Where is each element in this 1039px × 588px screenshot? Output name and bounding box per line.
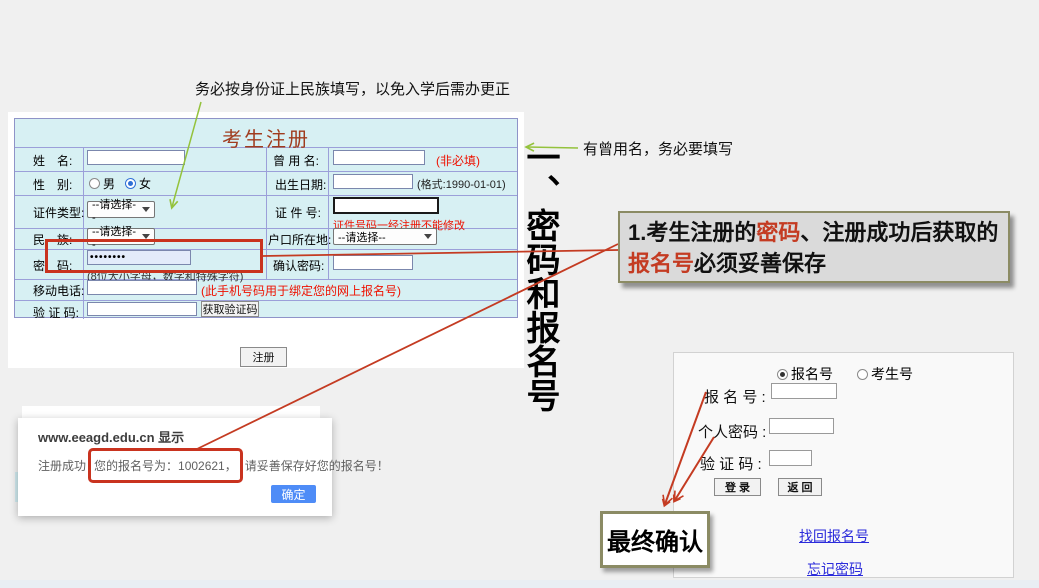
radio-icon: [89, 178, 100, 189]
login-baominghao-label: 报 名 号 :: [704, 386, 766, 407]
dialog-body: 注册成功 您的报名号为：1002621， 请妥善保存好您的报名号！: [38, 448, 389, 483]
login-captcha-label: 验 证 码 :: [700, 453, 762, 474]
callout-text: 1.考生注册的: [628, 220, 756, 245]
radio-selected-icon: [777, 369, 788, 380]
id-no-label: 证 件 号:: [275, 204, 321, 221]
captcha-input[interactable]: [87, 302, 197, 316]
dialog-ok-button[interactable]: 确定: [271, 485, 316, 503]
bottom-edge-band: [0, 580, 1039, 588]
find-regnumber-link[interactable]: 找回报名号: [799, 526, 869, 546]
residence-value: --请选择--: [338, 229, 386, 245]
radio-selected-icon: [125, 178, 136, 189]
login-radio-baominghao[interactable]: 报名号: [777, 364, 833, 384]
register-button[interactable]: 注册: [240, 347, 287, 367]
confirm-password-input[interactable]: [333, 255, 413, 270]
login-panel: 报名号 考生号 报 名 号 : 个人密码 : 验 证 码 : 登 录 返 回 找…: [673, 352, 1014, 578]
get-captcha-button[interactable]: 获取验证码: [201, 301, 259, 317]
dialog-suffix: 请妥善保存好您的报名号！: [245, 457, 389, 474]
ethnicity-annotation: 务必按身份证上民族填写，以免入学后需办更正: [195, 78, 510, 99]
birth-label: 出生日期:: [275, 176, 326, 193]
dropdown-arrow-icon: [424, 234, 432, 239]
id-type-select[interactable]: --请选择--: [87, 201, 155, 218]
former-name-note: (非必填): [436, 152, 480, 169]
form-title: 考生注册: [15, 123, 517, 152]
dropdown-arrow-icon: [142, 207, 150, 212]
callout-text-password: 密码: [756, 220, 800, 245]
divider: [266, 147, 267, 279]
callout-text: 、注册成功后获取的: [800, 220, 998, 245]
id-type-label: 证件类型:: [33, 204, 84, 221]
gender-label: 性 别:: [33, 176, 72, 193]
gender-female-label: 女: [139, 175, 151, 192]
name-label: 姓 名:: [33, 152, 72, 169]
id-type-value: --请选择--: [92, 196, 136, 224]
birth-input[interactable]: [333, 174, 413, 189]
final-confirm-box: 最终确认: [600, 511, 710, 568]
dialog-status: 注册成功: [38, 457, 86, 474]
residence-select[interactable]: --请选择--: [333, 228, 437, 245]
mobile-note: (此手机号码用于绑定您的网上报名号): [201, 282, 401, 299]
callout-text: 必须妥善保存: [694, 251, 826, 276]
gender-male-radio[interactable]: 男: [89, 175, 115, 192]
confirm-password-label: 确认密码:: [273, 257, 324, 274]
callout-text-regnumber: 报名号: [628, 251, 694, 276]
radio-baominghao-label: 报名号: [791, 364, 833, 384]
captcha-label: 验 证 码:: [33, 304, 79, 321]
divider: [328, 147, 329, 279]
login-password-label: 个人密码 :: [698, 421, 766, 442]
alert-dialog: www.eeagd.edu.cn 显示 注册成功 您的报名号为：1002621，…: [18, 418, 332, 516]
name-input[interactable]: [87, 150, 185, 165]
id-no-input[interactable]: [333, 197, 439, 214]
gender-male-label: 男: [103, 175, 115, 192]
password-highlight-rect: [45, 239, 263, 273]
back-button[interactable]: 返 回: [778, 478, 822, 496]
section-title-vertical: 一、密码和报名号: [518, 140, 562, 430]
login-password-input[interactable]: [769, 418, 834, 434]
registration-form-table: 考生注册 姓 名: 曾 用 名: (非必填) 性 别: 男 女 出生日期: (格…: [14, 118, 518, 318]
gender-female-radio[interactable]: 女: [125, 175, 151, 192]
radio-kaoshenghao-label: 考生号: [871, 364, 913, 384]
mobile-label: 移动电话:: [33, 282, 84, 299]
regnumber-highlight-rect: 您的报名号为：1002621，: [88, 448, 243, 483]
divider: [15, 300, 517, 301]
former-name-annotation: 有曾用名，务必要填写: [583, 138, 733, 159]
dialog-title: www.eeagd.edu.cn 显示: [38, 427, 184, 446]
former-name-label: 曾 用 名:: [273, 152, 319, 169]
residence-label: 户口所在地:: [268, 231, 331, 248]
mobile-input[interactable]: [87, 280, 197, 295]
slide-canvas: 务必按身份证上民族填写，以免入学后需办更正 考生注册 姓 名: 曾 用 名: (…: [0, 0, 1039, 588]
instruction-callout: 1.考生注册的密码、注册成功后获取的报名号必须妥善保存: [618, 211, 1010, 283]
login-baominghao-input[interactable]: [771, 383, 837, 399]
former-name-input[interactable]: [333, 150, 425, 165]
birth-note: (格式:1990-01-01): [417, 176, 506, 192]
forgot-password-link[interactable]: 忘记密码: [807, 559, 863, 579]
login-captcha-input[interactable]: [769, 450, 812, 466]
radio-icon: [857, 369, 868, 380]
login-radio-kaoshenghao[interactable]: 考生号: [857, 364, 913, 384]
login-button[interactable]: 登 录: [714, 478, 761, 496]
